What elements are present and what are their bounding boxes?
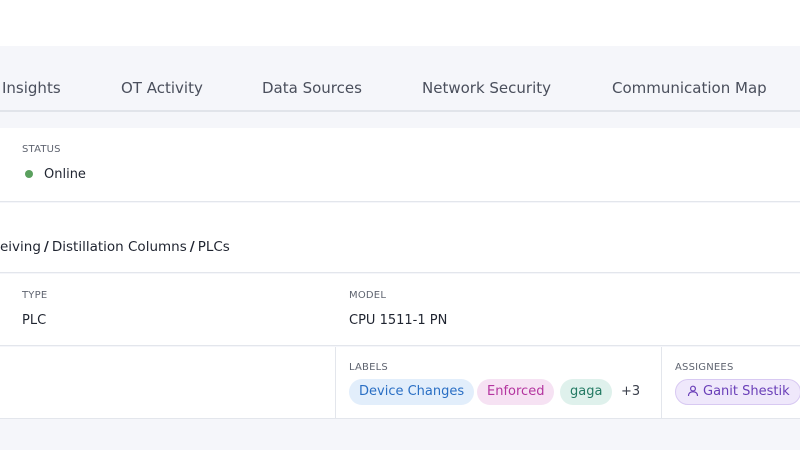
tab-communication-map[interactable]: Communication Map bbox=[612, 46, 767, 110]
status-label: STATUS bbox=[22, 144, 61, 155]
tab-data-sources[interactable]: Data Sources bbox=[262, 46, 362, 110]
status-indicator-icon bbox=[25, 170, 33, 178]
status-section: STATUS Online bbox=[0, 128, 800, 202]
assignees-label: ASSIGNEES bbox=[675, 362, 734, 373]
type-model-section: TYPE PLC MODEL CPU 1511-1 PN bbox=[0, 274, 800, 346]
column-divider bbox=[335, 347, 336, 419]
tab-bar: Insights OT Activity Data Sources Networ… bbox=[0, 46, 800, 112]
assignee-name: Ganit Shestik bbox=[703, 384, 790, 399]
location-breadcrumb: eiving / Distillation Columns / PLCs bbox=[0, 239, 230, 255]
type-label: TYPE bbox=[22, 290, 48, 301]
column-divider bbox=[661, 347, 662, 419]
type-value: PLC bbox=[22, 313, 47, 328]
labels-label: LABELS bbox=[349, 362, 388, 373]
breadcrumb-segment[interactable]: Distillation Columns bbox=[52, 239, 187, 255]
breadcrumb-segment[interactable]: eiving bbox=[0, 239, 41, 255]
user-icon bbox=[687, 385, 699, 397]
label-chip-enforced[interactable]: Enforced bbox=[477, 379, 555, 405]
breadcrumb-separator: / bbox=[43, 239, 49, 255]
tab-ot-activity[interactable]: OT Activity bbox=[121, 46, 203, 110]
assignee-chip[interactable]: Ganit Shestik bbox=[675, 379, 800, 405]
model-value: CPU 1511-1 PN bbox=[349, 313, 448, 328]
location-path-section: eiving / Distillation Columns / PLCs bbox=[0, 203, 800, 273]
breadcrumb-segment[interactable]: PLCs bbox=[198, 239, 230, 255]
more-labels-count[interactable]: +3 bbox=[621, 384, 640, 399]
breadcrumb-separator: / bbox=[189, 239, 195, 255]
label-chip-gaga[interactable]: gaga bbox=[560, 379, 613, 405]
status-value: Online bbox=[44, 167, 86, 182]
tab-insights[interactable]: Insights bbox=[2, 46, 61, 110]
labels-assignees-section: LABELS Device Changes Enforced gaga +3 A… bbox=[0, 347, 800, 419]
top-bar bbox=[0, 0, 800, 46]
tab-network-security[interactable]: Network Security bbox=[422, 46, 551, 110]
model-label: MODEL bbox=[349, 290, 387, 301]
label-chip-device-changes[interactable]: Device Changes bbox=[349, 379, 475, 405]
